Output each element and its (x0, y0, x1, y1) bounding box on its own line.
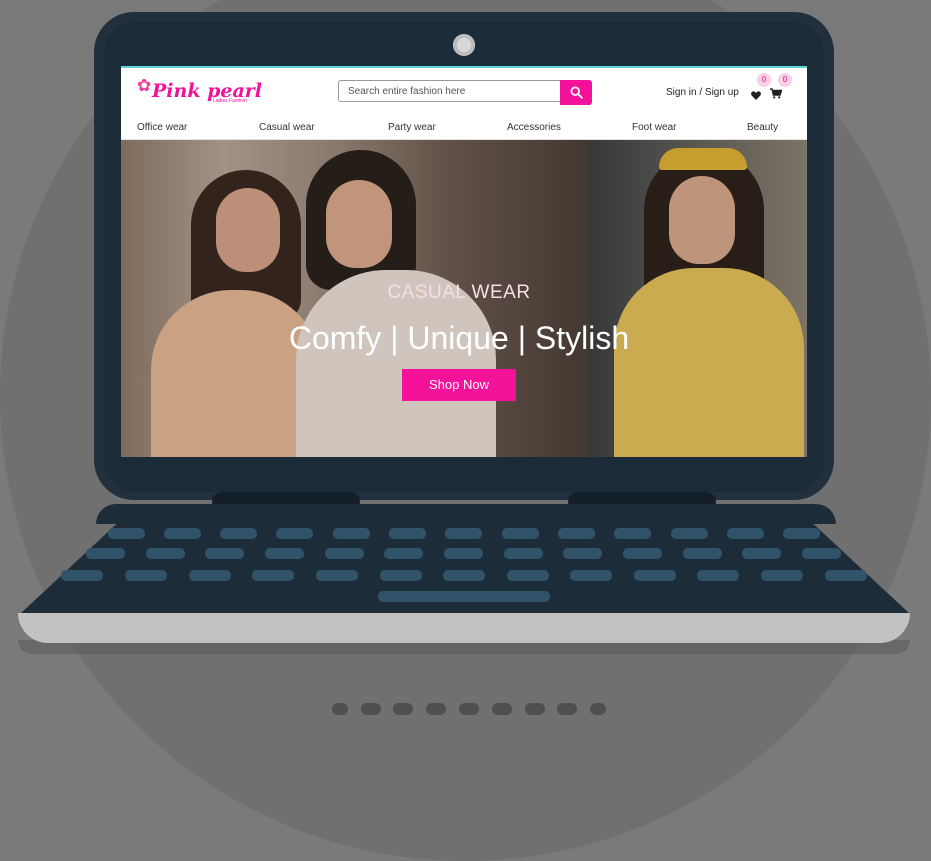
keyboard-key (683, 548, 722, 559)
keyboard-key (276, 528, 313, 539)
category-nav: Office wear Casual wear Party wear Acces… (121, 116, 807, 140)
keyboard-deck-top (96, 504, 836, 524)
keyboard-key (252, 570, 294, 581)
keyboard-key (146, 548, 185, 559)
keyboard-key (380, 570, 422, 581)
keyboard-key (189, 570, 231, 581)
website-screen: ✿ Pink pearl Ladies Fashion Search entir… (121, 66, 807, 457)
keyboard-key (727, 528, 764, 539)
keyboard-key (220, 528, 257, 539)
search-input[interactable]: Search entire fashion here (338, 80, 560, 102)
carousel-dot[interactable] (590, 703, 606, 715)
keyboard-key (825, 570, 867, 581)
keyboard-key (558, 528, 595, 539)
carousel-dot[interactable] (492, 703, 512, 715)
keyboard-key (742, 548, 781, 559)
keyboard-key (61, 570, 103, 581)
brand-tagline: Ladies Fashion (213, 98, 247, 104)
search-placeholder: Search entire fashion here (348, 86, 466, 97)
keyboard-key (697, 570, 739, 581)
cart-count-badge: 0 (778, 73, 792, 87)
keyboard-key (634, 570, 676, 581)
keyboard-key (325, 548, 364, 559)
keyboard-key (316, 570, 358, 581)
keyboard-key (504, 548, 543, 559)
hero-kicker: CASUAL WEAR (387, 282, 531, 303)
hero-banner: CASUAL WEAR Comfy | Unique | Stylish Sho… (121, 140, 807, 457)
nav-item-party-wear[interactable]: Party wear (388, 122, 436, 133)
keyboard-key (623, 548, 662, 559)
heart-icon (751, 91, 761, 100)
search-icon (570, 86, 583, 99)
keyboard-key (563, 548, 602, 559)
keyboard-key (502, 528, 539, 539)
keyboard-key (761, 570, 803, 581)
keyboard-key (614, 528, 651, 539)
carousel-dot[interactable] (361, 703, 381, 715)
cart-button[interactable] (770, 86, 783, 104)
nav-item-beauty[interactable]: Beauty (747, 122, 778, 133)
shop-now-button[interactable]: Shop Now (402, 369, 516, 401)
carousel-dot[interactable] (557, 703, 577, 715)
spacebar-key (378, 591, 550, 602)
site-header: ✿ Pink pearl Ladies Fashion Search entir… (121, 68, 807, 116)
laptop-base (18, 613, 910, 643)
carousel-dot[interactable] (459, 703, 479, 715)
flower-icon: ✿ (137, 76, 152, 95)
webcam-icon (453, 34, 475, 56)
keyboard-key (507, 570, 549, 581)
keyboard-key (265, 548, 304, 559)
keyboard-key (108, 528, 145, 539)
nav-item-office-wear[interactable]: Office wear (137, 122, 187, 133)
carousel-dot[interactable] (525, 703, 545, 715)
wishlist-count-badge: 0 (757, 73, 771, 87)
keyboard-key (802, 548, 841, 559)
cart-icon (770, 88, 783, 99)
signin-link[interactable]: Sign in / Sign up (666, 87, 739, 98)
keyboard-key (333, 528, 370, 539)
keyboard-key (570, 570, 612, 581)
carousel-dot[interactable] (426, 703, 446, 715)
keyboard-key (164, 528, 201, 539)
keyboard-key (783, 528, 820, 539)
search-button[interactable] (560, 80, 592, 105)
carousel-dot[interactable] (393, 703, 413, 715)
wishlist-button[interactable] (751, 87, 761, 105)
keyboard-key (384, 548, 423, 559)
nav-item-accessories[interactable]: Accessories (507, 122, 561, 133)
hero-title: Comfy | Unique | Stylish (288, 320, 630, 356)
keyboard-key (125, 570, 167, 581)
brand-logo[interactable]: ✿ Pink pearl Ladies Fashion (137, 74, 267, 110)
keyboard-key (389, 528, 426, 539)
keyboard-key (671, 528, 708, 539)
keyboard-key (443, 570, 485, 581)
nav-item-casual-wear[interactable]: Casual wear (259, 122, 315, 133)
nav-item-foot-wear[interactable]: Foot wear (632, 122, 676, 133)
keyboard-key (444, 548, 483, 559)
keyboard-key (205, 548, 244, 559)
carousel-dot[interactable] (332, 703, 348, 715)
keyboard-key (445, 528, 482, 539)
keyboard-key (86, 548, 125, 559)
